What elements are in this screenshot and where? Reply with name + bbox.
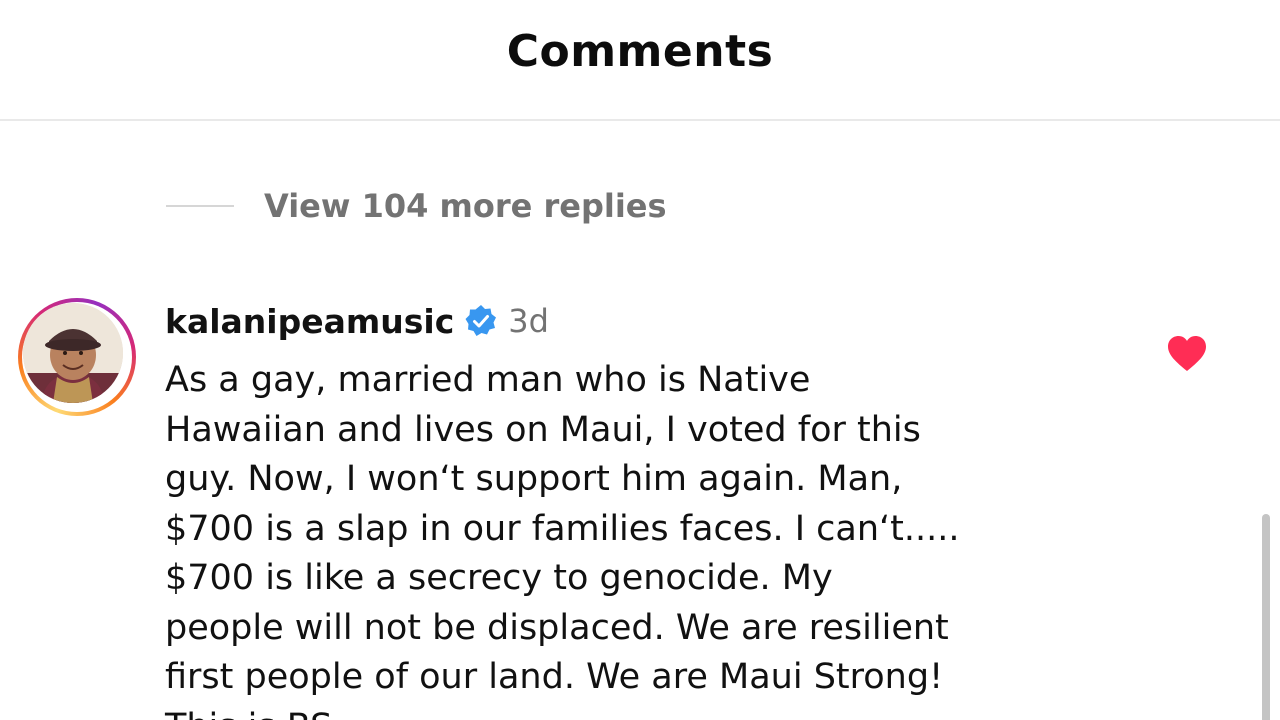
view-more-replies-label: View 104 more replies bbox=[264, 187, 667, 225]
comment-username[interactable]: kalanipeamusic bbox=[165, 302, 454, 341]
avatar bbox=[23, 303, 123, 403]
comment-timestamp: 3d bbox=[508, 302, 549, 340]
comment-header: kalanipeamusic 3d bbox=[165, 300, 549, 342]
verified-badge-icon bbox=[464, 304, 498, 338]
like-button[interactable] bbox=[1166, 334, 1208, 374]
reply-thread-line bbox=[166, 205, 234, 207]
comment-text: As a gay, married man who is Native Hawa… bbox=[165, 360, 960, 720]
scrollbar-thumb[interactable] bbox=[1262, 514, 1270, 720]
avatar-story-ring[interactable] bbox=[18, 298, 136, 416]
comments-header: Comments bbox=[0, 0, 1280, 121]
view-more-replies-button[interactable]: View 104 more replies bbox=[166, 184, 667, 228]
page-title: Comments bbox=[506, 26, 774, 77]
heart-icon bbox=[1168, 336, 1206, 371]
avatar-portrait-icon bbox=[23, 303, 123, 403]
comments-page: Comments View 104 more replies kalanipea… bbox=[0, 0, 1280, 720]
